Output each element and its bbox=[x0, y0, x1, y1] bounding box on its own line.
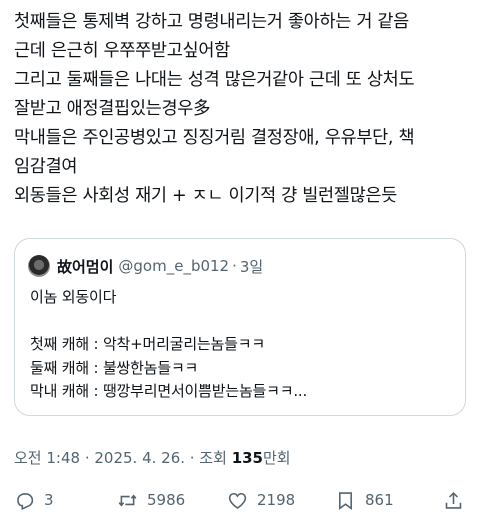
tweet-line: 임감결여 bbox=[14, 157, 78, 177]
quoted-tweet-header: 故어멈이 @gom_e_b012 · 3일 bbox=[28, 255, 263, 277]
separator-dot: · bbox=[232, 257, 237, 275]
reply-count: 3 bbox=[44, 491, 54, 509]
tweet-timestamp[interactable]: 오전 1:48 · 2025. 4. 26. · 조회 bbox=[14, 449, 232, 467]
quoted-tweet-card[interactable]: 故어멈이 @gom_e_b012 · 3일 이놈 외동이다 첫째 캐해 : 악착… bbox=[14, 238, 466, 416]
retweet-icon bbox=[118, 493, 137, 507]
like-button[interactable]: 2198 bbox=[227, 487, 295, 513]
action-bar: 3 5986 2198 861 bbox=[0, 487, 480, 513]
tweet-text: 첫째들은 통제벽 강하고 명령내리는거 좋아하는 거 같음 근데 은근히 우쭈쭈… bbox=[14, 8, 470, 211]
quoted-tweet-time[interactable]: 3일 bbox=[240, 256, 263, 277]
quoted-author-name[interactable]: 故어멈이 bbox=[57, 256, 113, 277]
view-count-suffix: 만회 bbox=[263, 449, 291, 467]
share-button[interactable] bbox=[443, 487, 464, 513]
quote-line: 이놈 외동이다 bbox=[30, 288, 117, 306]
like-count: 2198 bbox=[257, 491, 296, 509]
tweet-metadata: 오전 1:48 · 2025. 4. 26. · 조회 135만회 bbox=[14, 447, 291, 468]
bookmark-count: 861 bbox=[365, 491, 394, 509]
share-icon bbox=[445, 491, 462, 509]
quoted-author-handle[interactable]: @gom_e_b012 bbox=[118, 257, 229, 275]
view-count: 135 bbox=[231, 449, 263, 467]
tweet-line: 잘받고 애정결핍있는경우多 bbox=[14, 99, 211, 119]
quote-line: 첫째 캐해 : 악착+머리굴리는놈들ㅋㅋ bbox=[30, 335, 265, 353]
reply-button[interactable]: 3 bbox=[14, 487, 54, 513]
reply-icon bbox=[17, 492, 34, 510]
tweet-line: 첫째들은 통제벽 강하고 명령내리는거 좋아하는 거 같음 bbox=[14, 12, 409, 32]
tweet-line: 근데 은근히 우쭈쭈받고싶어함 bbox=[14, 41, 230, 61]
heart-icon bbox=[228, 492, 247, 509]
tweet-line: 그리고 둘째들은 나대는 성격 많은거같아 근데 또 상처도 bbox=[14, 70, 415, 90]
retweet-button[interactable]: 5986 bbox=[117, 487, 185, 513]
retweet-count: 5986 bbox=[147, 491, 186, 509]
quote-line: 둘째 캐해 : 불쌍한놈들ㅋㅋ bbox=[30, 358, 199, 377]
tweet-line: 외동들은 사회성 재기 + ㅈㄴ 이기적 걍 빌런젤많은듯 bbox=[14, 186, 398, 206]
avatar[interactable] bbox=[28, 255, 50, 277]
bookmark-button[interactable]: 861 bbox=[335, 487, 394, 513]
tweet-line: 막내들은 주인공병있고 징징거림 결정장애, 우유부단, 책 bbox=[14, 128, 415, 148]
quote-line bbox=[30, 310, 450, 334]
quoted-tweet-text: 이놈 외동이다 첫째 캐해 : 악착+머리굴리는놈들ㅋㅋ 둘째 캐해 : 불쌍한… bbox=[30, 286, 450, 404]
quote-line: 막내 캐해 : 땡깡부리면서이쁨받는놈들ㅋㅋ... bbox=[30, 382, 308, 400]
bookmark-icon bbox=[339, 491, 352, 510]
